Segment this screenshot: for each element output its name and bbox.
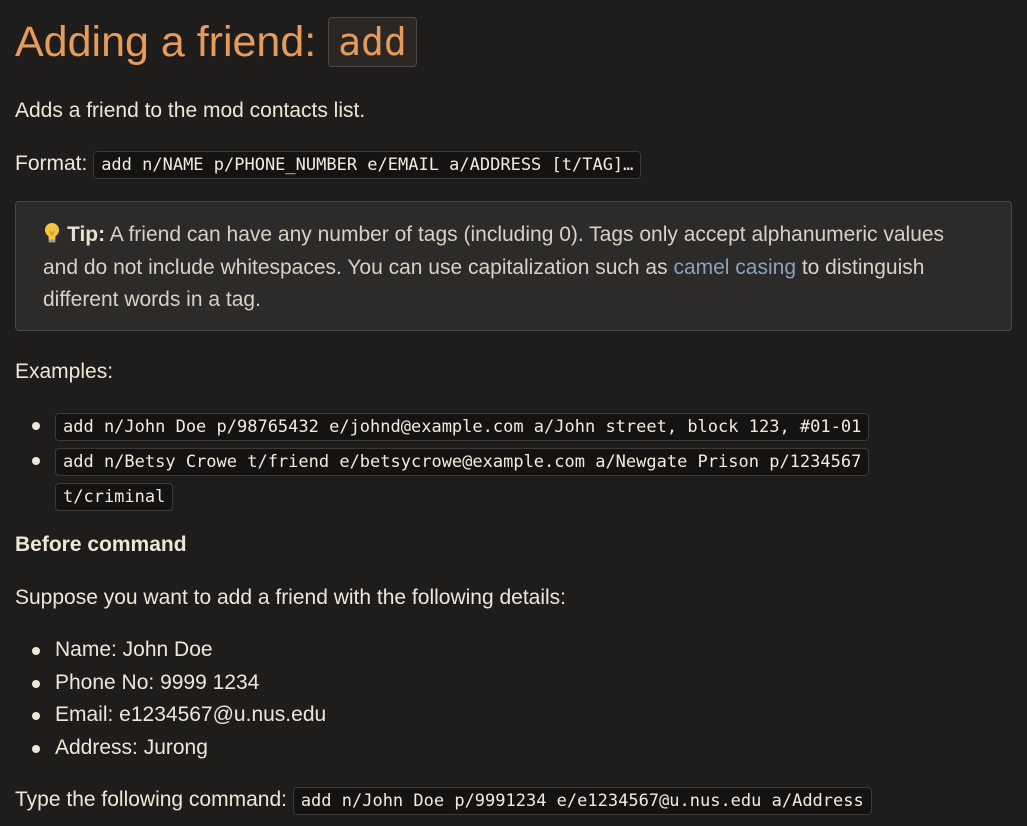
description: Adds a friend to the mod contacts list. xyxy=(15,99,366,122)
format-line: Format: add n/NAME p/PHONE_NUMBER e/EMAI… xyxy=(15,151,642,179)
format-label: Format: xyxy=(15,152,94,175)
example-code: add n/Betsy Crowe t/friend e/betsycrowe@… xyxy=(55,448,870,476)
example-code: add n/John Doe p/98765432 e/johnd@exampl… xyxy=(55,413,870,441)
page-title-text: Adding a friend: xyxy=(15,18,329,66)
type-command-code: add n/John Doe p/9991234 e/e1234567@u.nu… xyxy=(292,787,872,815)
examples-label: Examples: xyxy=(15,360,114,383)
example-continuation: t/criminal xyxy=(30,479,869,514)
example-code-continuation: t/criminal xyxy=(55,483,174,511)
details-list: Name: John Doe Phone No: 9999 1234 Email… xyxy=(30,634,326,764)
suppose-text: Suppose you want to add a friend with th… xyxy=(15,586,567,609)
tip-box: Tip: A friend can have any number of tag… xyxy=(15,201,1012,331)
type-command-label: Type the following command: xyxy=(15,788,293,811)
page: Adding a friend: add Adds a friend to th… xyxy=(0,0,1027,826)
camel-casing-link[interactable]: camel casing xyxy=(673,256,796,279)
type-command-line: Type the following command: add n/John D… xyxy=(15,787,872,815)
tip-text: Tip: A friend can have any number of tag… xyxy=(43,219,983,317)
page-title-code: add xyxy=(328,17,417,67)
before-command-heading: Before command xyxy=(15,533,187,556)
tip-label: Tip: xyxy=(67,223,106,246)
examples-list: add n/John Doe p/98765432 e/johnd@exampl… xyxy=(30,409,870,514)
example-item: add n/John Doe p/98765432 e/johnd@exampl… xyxy=(30,409,870,444)
example-item: add n/Betsy Crowe t/friend e/betsycrowe@… xyxy=(30,444,870,479)
detail-email: Email: e1234567@u.nus.edu xyxy=(30,699,326,732)
format-code: add n/NAME p/PHONE_NUMBER e/EMAIL a/ADDR… xyxy=(93,151,642,179)
page-title: Adding a friend: add xyxy=(15,14,417,71)
lightbulb-icon xyxy=(43,222,61,244)
detail-address: Address: Jurong xyxy=(30,732,326,765)
detail-phone: Phone No: 9999 1234 xyxy=(30,667,326,700)
detail-name: Name: John Doe xyxy=(30,634,326,667)
